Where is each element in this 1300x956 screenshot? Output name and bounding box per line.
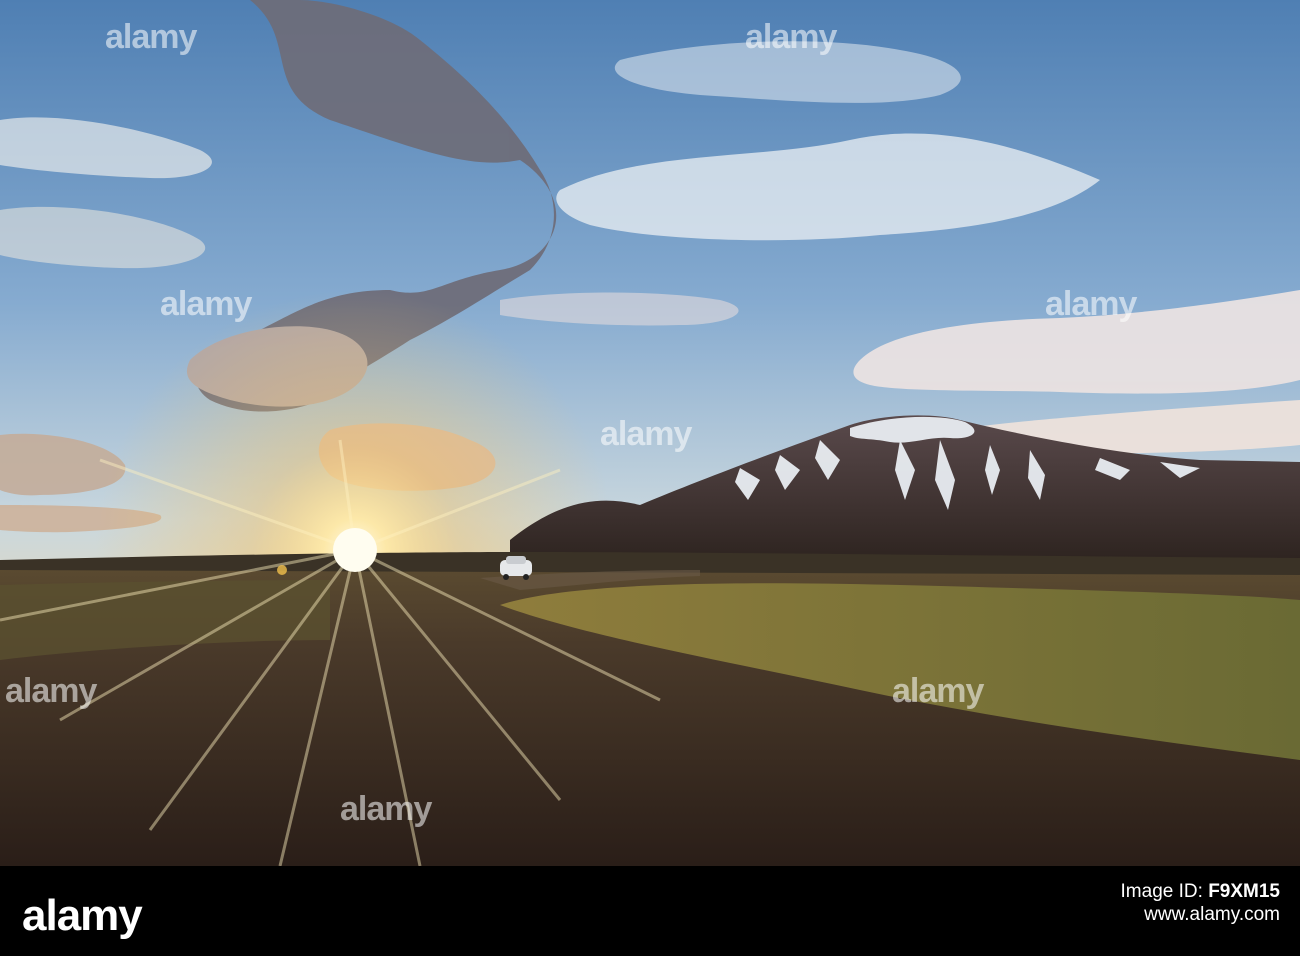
image-id-label: Image ID:	[1120, 881, 1203, 902]
image-id: F9XM15	[1208, 881, 1280, 902]
landscape-photo: alamy alamy alamy alamy alamy alamy alam…	[0, 0, 1300, 866]
footer-bar: alamy Image ID: F9XM15 www.alamy.com	[0, 866, 1300, 956]
watermark: alamy	[340, 790, 432, 828]
watermark: alamy	[160, 285, 252, 323]
watermark: alamy	[5, 672, 97, 710]
watermark: alamy	[892, 672, 984, 710]
image-info: Image ID: F9XM15 www.alamy.com	[1121, 880, 1280, 926]
sun	[333, 528, 377, 572]
watermark: alamy	[600, 415, 692, 453]
alamy-logo: alamy	[22, 891, 143, 940]
watermark: alamy	[105, 18, 197, 56]
site-url: www.alamy.com	[1144, 904, 1280, 925]
lens-flare	[277, 565, 287, 575]
stock-photo-page: alamy alamy alamy alamy alamy alamy alam…	[0, 0, 1300, 956]
watermark: alamy	[1045, 285, 1137, 323]
watermark: alamy	[745, 18, 837, 56]
